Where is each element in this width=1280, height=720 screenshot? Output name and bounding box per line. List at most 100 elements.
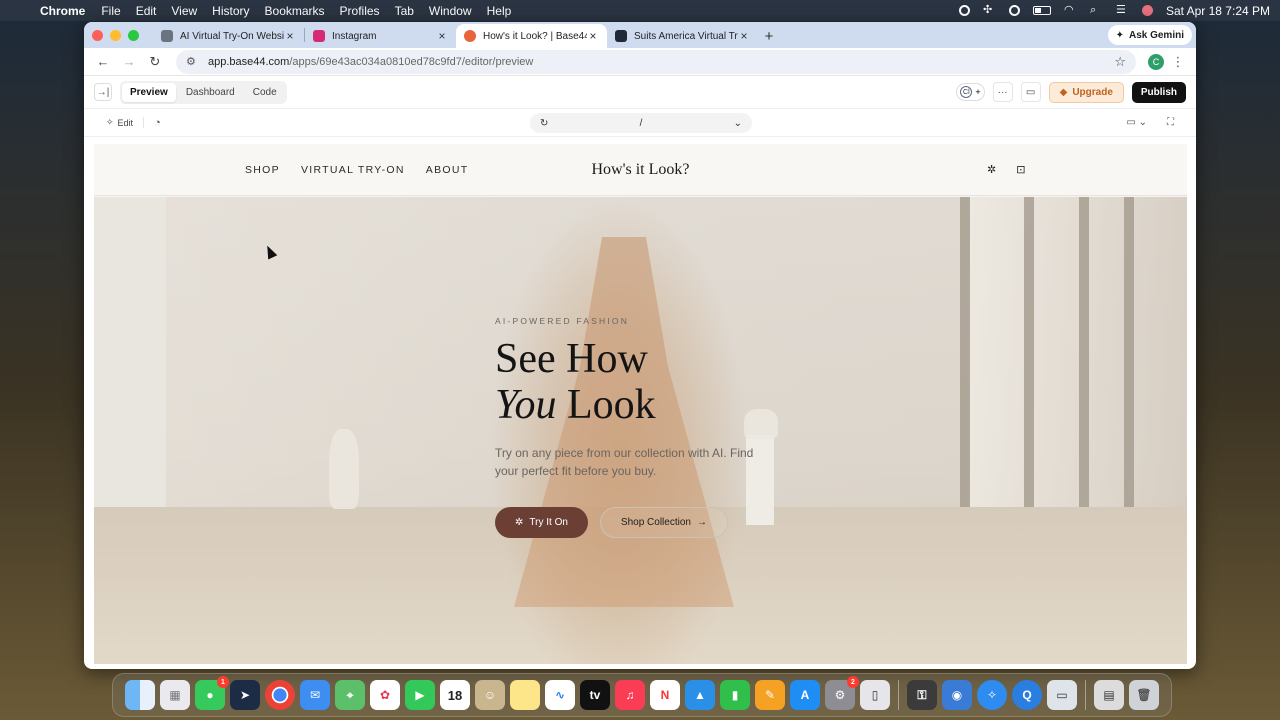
music-icon[interactable]: ♫ [615,680,645,710]
back-arrow-icon[interactable]: ← [92,51,114,73]
contacts-icon[interactable]: ☺ [475,680,505,710]
chrome-icon[interactable] [265,680,295,710]
browser-menu-icon[interactable]: ⋮ [1168,54,1188,70]
calendar-icon[interactable]: 18 [440,680,470,710]
sparkle-icon: ✲ [515,517,524,528]
gemini-sparkle-icon: ✦ [1115,29,1124,41]
close-tab-icon[interactable]: × [284,29,296,43]
edit-button[interactable]: ✧ Edit [106,117,145,128]
upgrade-button[interactable]: ◆ Upgrade [1048,81,1124,103]
screen-record-icon[interactable] [958,5,970,16]
shopping-bag-icon[interactable]: ⊡ [1016,163,1025,176]
try-it-on-button[interactable]: ✲ Try It On [495,507,588,538]
news-icon[interactable]: N [650,680,680,710]
palette-icon[interactable]: ◔ [154,117,161,129]
route-selector[interactable]: ↻ / ⌄ [530,113,752,133]
new-tab-button[interactable]: + [758,24,780,48]
spotlight-search-icon[interactable]: ⌕ [1090,5,1103,16]
tab-title: AI Virtual Try-On Website Ge [180,30,284,42]
siri-icon[interactable] [1141,5,1153,16]
browser-tab-base44[interactable]: How's it Look? | Base44 × [456,24,607,48]
fullscreen-window-button[interactable] [128,29,139,41]
add-collaborator-icon[interactable]: + [975,87,980,97]
menu-app-name[interactable]: Chrome [40,4,85,18]
launchpad-icon[interactable]: ▦ [160,680,190,710]
keychain-icon[interactable]: ⚿ [907,680,937,710]
browser-tab-suits-america[interactable]: Suits America Virtual Try-on × [607,24,758,48]
tab-code[interactable]: Code [245,83,285,102]
menu-window[interactable]: Window [429,4,472,18]
sidebar-toggle-icon[interactable]: →| [94,83,112,101]
menu-history[interactable]: History [212,4,249,18]
tab-strip: AI Virtual Try-On Website Ge × Instagram… [84,22,1196,48]
remote-desktop-icon[interactable]: ▭ [1047,680,1077,710]
messages-icon[interactable]: ● 1 [195,676,229,710]
browser-tab-ai-tryon[interactable]: AI Virtual Try-On Website Ge × [153,24,304,48]
reload-icon[interactable]: ↻ [144,51,166,73]
user-status-icon[interactable] [1008,5,1020,16]
device-select-icon[interactable]: ▭ ⌄ [1126,117,1147,128]
close-tab-icon[interactable]: × [738,29,750,43]
wifi-icon[interactable]: ◠ [1064,5,1077,16]
tab-preview[interactable]: Preview [122,82,176,102]
refresh-icon[interactable]: ↻ [540,118,548,129]
headline-line-2-rest: Look [556,382,656,428]
feedback-icon[interactable]: ▭ [1020,82,1041,102]
control-center-icon[interactable]: ☰ [1116,5,1129,16]
app-status-icon[interactable]: ✣ [983,5,996,16]
nav-shop[interactable]: SHOP [245,164,280,176]
freeform-icon[interactable]: ∿ [545,680,575,710]
menu-profiles[interactable]: Profiles [340,4,380,18]
fullscreen-icon[interactable]: ⛶ [1167,117,1174,128]
mail-icon[interactable]: ✉ [300,680,330,710]
site-info-icon[interactable]: ⚙ [186,55,200,69]
browser-tab-instagram[interactable]: Instagram × [305,24,456,48]
keynote-icon[interactable]: ▲ [685,680,715,710]
more-options-icon[interactable]: ··· [992,82,1013,102]
profile-avatar[interactable]: C [1148,53,1164,70]
telegram-icon[interactable]: ➤ [230,680,260,710]
shop-collection-button[interactable]: Shop Collection → [599,507,728,538]
close-tab-icon[interactable]: × [436,29,448,43]
sparkle-icon[interactable]: ✲ [987,163,996,176]
ask-gemini-button[interactable]: ✦ Ask Gemini [1107,25,1192,45]
screen-sharing-icon[interactable]: ◉ [942,680,972,710]
menu-tab[interactable]: Tab [395,4,414,18]
app-store-icon[interactable]: A [790,680,820,710]
battery-icon[interactable] [1032,6,1051,15]
menu-help[interactable]: Help [487,4,512,18]
finder-icon[interactable] [125,680,155,710]
tab-dashboard[interactable]: Dashboard [178,83,243,102]
downloads-folder-icon[interactable]: ▤ [1094,680,1124,710]
maps-icon[interactable]: ⌖ [335,680,365,710]
address-bar[interactable]: ⚙ app.base44.com /apps/69e43ac034a0810ed… [176,49,1136,74]
minimize-window-button[interactable] [110,29,121,41]
shop-collection-label: Shop Collection [620,517,691,528]
site-brand[interactable]: How's it Look? [592,161,690,178]
close-window-button[interactable] [92,29,103,41]
notes-icon[interactable] [510,680,540,710]
menubar-datetime[interactable]: Sat Apr 18 7:24 PM [1166,4,1270,18]
menu-edit[interactable]: Edit [136,4,157,18]
menu-view[interactable]: View [171,4,197,18]
nav-about[interactable]: ABOUT [426,164,469,176]
safari-icon[interactable]: ✧ [977,680,1007,710]
photos-icon[interactable]: ✿ [370,680,400,710]
numbers-icon[interactable]: ▮ [720,680,750,710]
publish-button[interactable]: Publish [1131,81,1186,103]
bookmark-star-icon[interactable]: ☆ [1114,54,1126,70]
facetime-icon[interactable]: ▶ [405,680,435,710]
menu-file[interactable]: File [101,4,120,18]
trash-icon[interactable]: 🗑 [1129,680,1159,710]
close-tab-icon[interactable]: × [587,29,599,43]
apple-tv-icon[interactable]: tv [580,680,610,710]
iphone-mirroring-icon[interactable]: ▯ [860,680,890,710]
system-settings-icon[interactable]: ⚙ 2 [825,676,859,710]
pages-icon[interactable]: ✎ [755,680,785,710]
forward-arrow-icon[interactable]: → [118,51,140,73]
nav-virtual-try-on[interactable]: VIRTUAL TRY-ON [301,164,405,176]
collaborators[interactable]: Cl + [956,83,985,101]
menu-bookmarks[interactable]: Bookmarks [265,4,325,18]
quicktime-icon[interactable]: Q [1012,680,1042,710]
mode-switcher: Preview Dashboard Code [120,80,287,104]
